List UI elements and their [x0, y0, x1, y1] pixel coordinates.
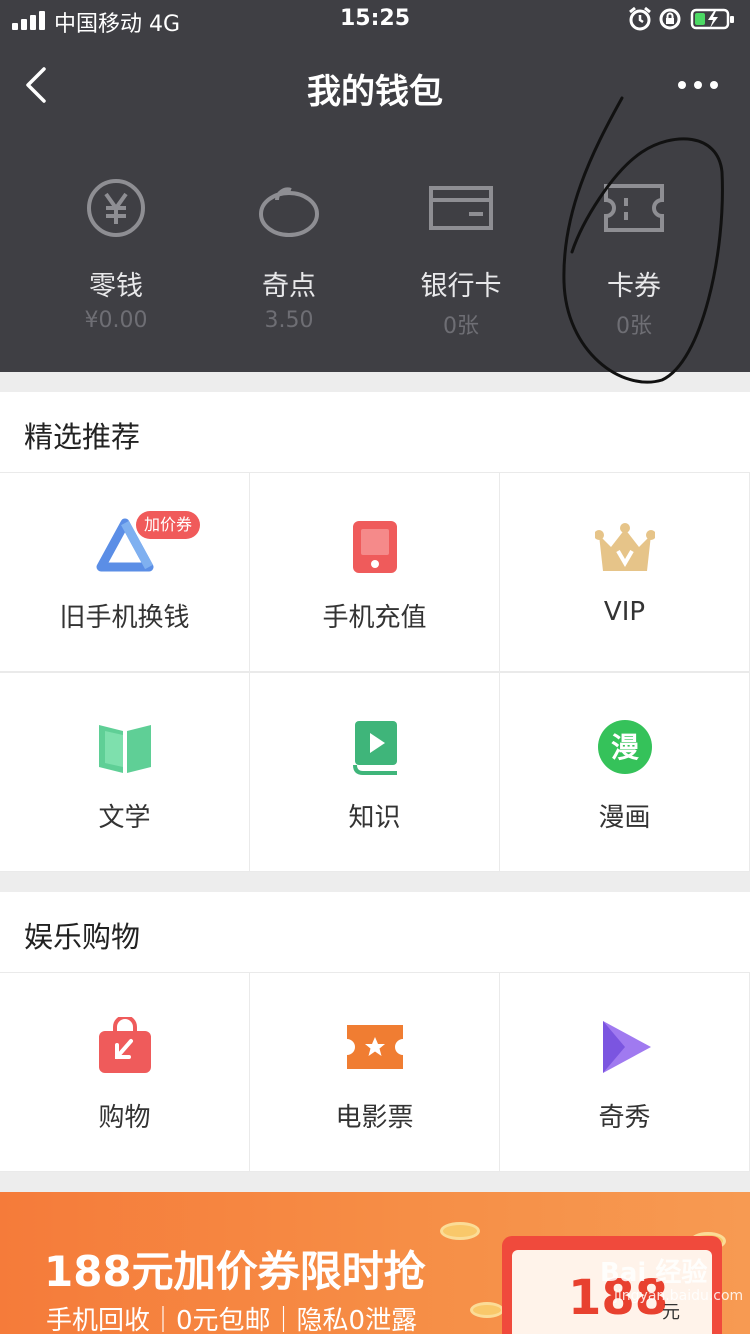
banner-title: 188元加价券限时抢 — [44, 1247, 426, 1296]
movie-ticket-icon — [347, 1025, 403, 1069]
wallet-value: 0张 — [443, 314, 479, 339]
alarm-icon — [629, 6, 651, 31]
grid-item-shopping[interactable]: 购物 — [0, 972, 250, 1172]
bank-card-icon — [429, 186, 493, 230]
section-title: 精选推荐 — [24, 420, 141, 454]
crown-icon — [595, 523, 655, 571]
wallet-row: 零钱 ¥0.00 奇点 3.50 银行卡 0张 卡券 0张 — [0, 160, 750, 350]
grid-item-label: 奇秀 — [598, 1103, 651, 1133]
grid-item-vip[interactable]: VIP — [500, 472, 750, 672]
grid-item-label: 文学 — [98, 803, 151, 833]
status-bar: 中国移动 4G 15:25 — [0, 0, 750, 40]
comic-glyph: 漫 — [611, 731, 639, 764]
comic-icon: 漫 — [598, 720, 652, 774]
wallet-label: 奇点 — [262, 271, 316, 302]
wallet-label: 银行卡 — [420, 271, 502, 302]
entertainment-section: 娱乐购物 购物 电影票 奇秀 — [0, 892, 750, 1172]
promo-banner[interactable]: 188元加价券限时抢 手机回收｜0元包邮｜隐私0泄露 188 元 Bai 经验 … — [0, 1192, 750, 1334]
status-icons — [628, 6, 738, 34]
coupon-icon — [604, 184, 664, 232]
phone-recharge-icon — [353, 521, 397, 573]
grid-item-literature[interactable]: 文学 — [0, 672, 250, 872]
price-coupon-badge: 加价券 — [136, 511, 201, 539]
grid-item-old-phone[interactable]: 加价券 旧手机换钱 — [0, 472, 250, 672]
grid-item-comic[interactable]: 漫 漫画 — [500, 672, 750, 872]
grid-item-label: 漫画 — [598, 803, 651, 833]
section-title: 娱乐购物 — [24, 920, 141, 954]
wallet-item-bank-card[interactable]: 银行卡 0张 — [375, 160, 547, 340]
wallet-header: 中国移动 4G 15:25 我的钱包 零钱 ¥0.00 奇点 3.50 银行卡 … — [0, 0, 750, 384]
baidu-watermark: Bai 经验 — [600, 1258, 708, 1288]
wallet-value: ¥0.00 — [84, 308, 148, 333]
coin-decoration — [440, 1222, 480, 1240]
wallet-value: 0张 — [616, 314, 652, 339]
wallet-label: 零钱 — [89, 271, 143, 302]
banner-subtitle: 手机回收｜0元包邮｜隐私0泄露 — [46, 1306, 418, 1334]
yuan-coin-icon — [87, 179, 145, 237]
wallet-value: 3.50 — [264, 308, 314, 333]
knowledge-book-icon — [353, 721, 397, 775]
grid-item-label: 知识 — [348, 803, 401, 833]
grid-item-qixiu[interactable]: 奇秀 — [500, 972, 750, 1172]
grid-item-label: 手机充值 — [322, 603, 427, 633]
baidu-watermark-url: jingyan.baidu.com — [614, 1288, 744, 1304]
coin-decoration — [470, 1302, 504, 1318]
battery-icon — [690, 8, 734, 30]
shopping-bag-icon — [99, 1017, 151, 1073]
wallet-item-change[interactable]: 零钱 ¥0.00 — [30, 160, 202, 340]
featured-section: 精选推荐 加价券 旧手机换钱 手机充值 VIP 文学 知识 漫 漫画 — [0, 392, 750, 872]
bean-icon — [259, 187, 319, 237]
grid-item-knowledge[interactable]: 知识 — [250, 672, 500, 872]
grid-item-movie-ticket[interactable]: 电影票 — [250, 972, 500, 1172]
page-title: 我的钱包 — [307, 72, 443, 112]
grid-item-label: 电影票 — [335, 1103, 414, 1133]
more-icon[interactable] — [676, 74, 720, 96]
play-show-icon — [603, 1021, 651, 1073]
wallet-item-coupon[interactable]: 卡券 0张 — [548, 160, 720, 340]
open-book-icon — [99, 725, 151, 773]
wallet-item-qidian[interactable]: 奇点 3.50 — [203, 160, 375, 340]
nav-bar: 我的钱包 — [0, 44, 750, 126]
grid-item-label: 旧手机换钱 — [59, 603, 190, 633]
rotation-lock-icon — [659, 8, 681, 30]
grid-item-recharge[interactable]: 手机充值 — [250, 472, 500, 672]
wallet-label: 卡券 — [607, 271, 661, 302]
grid-item-label: 购物 — [98, 1103, 151, 1133]
grid-item-label: VIP — [603, 597, 646, 627]
